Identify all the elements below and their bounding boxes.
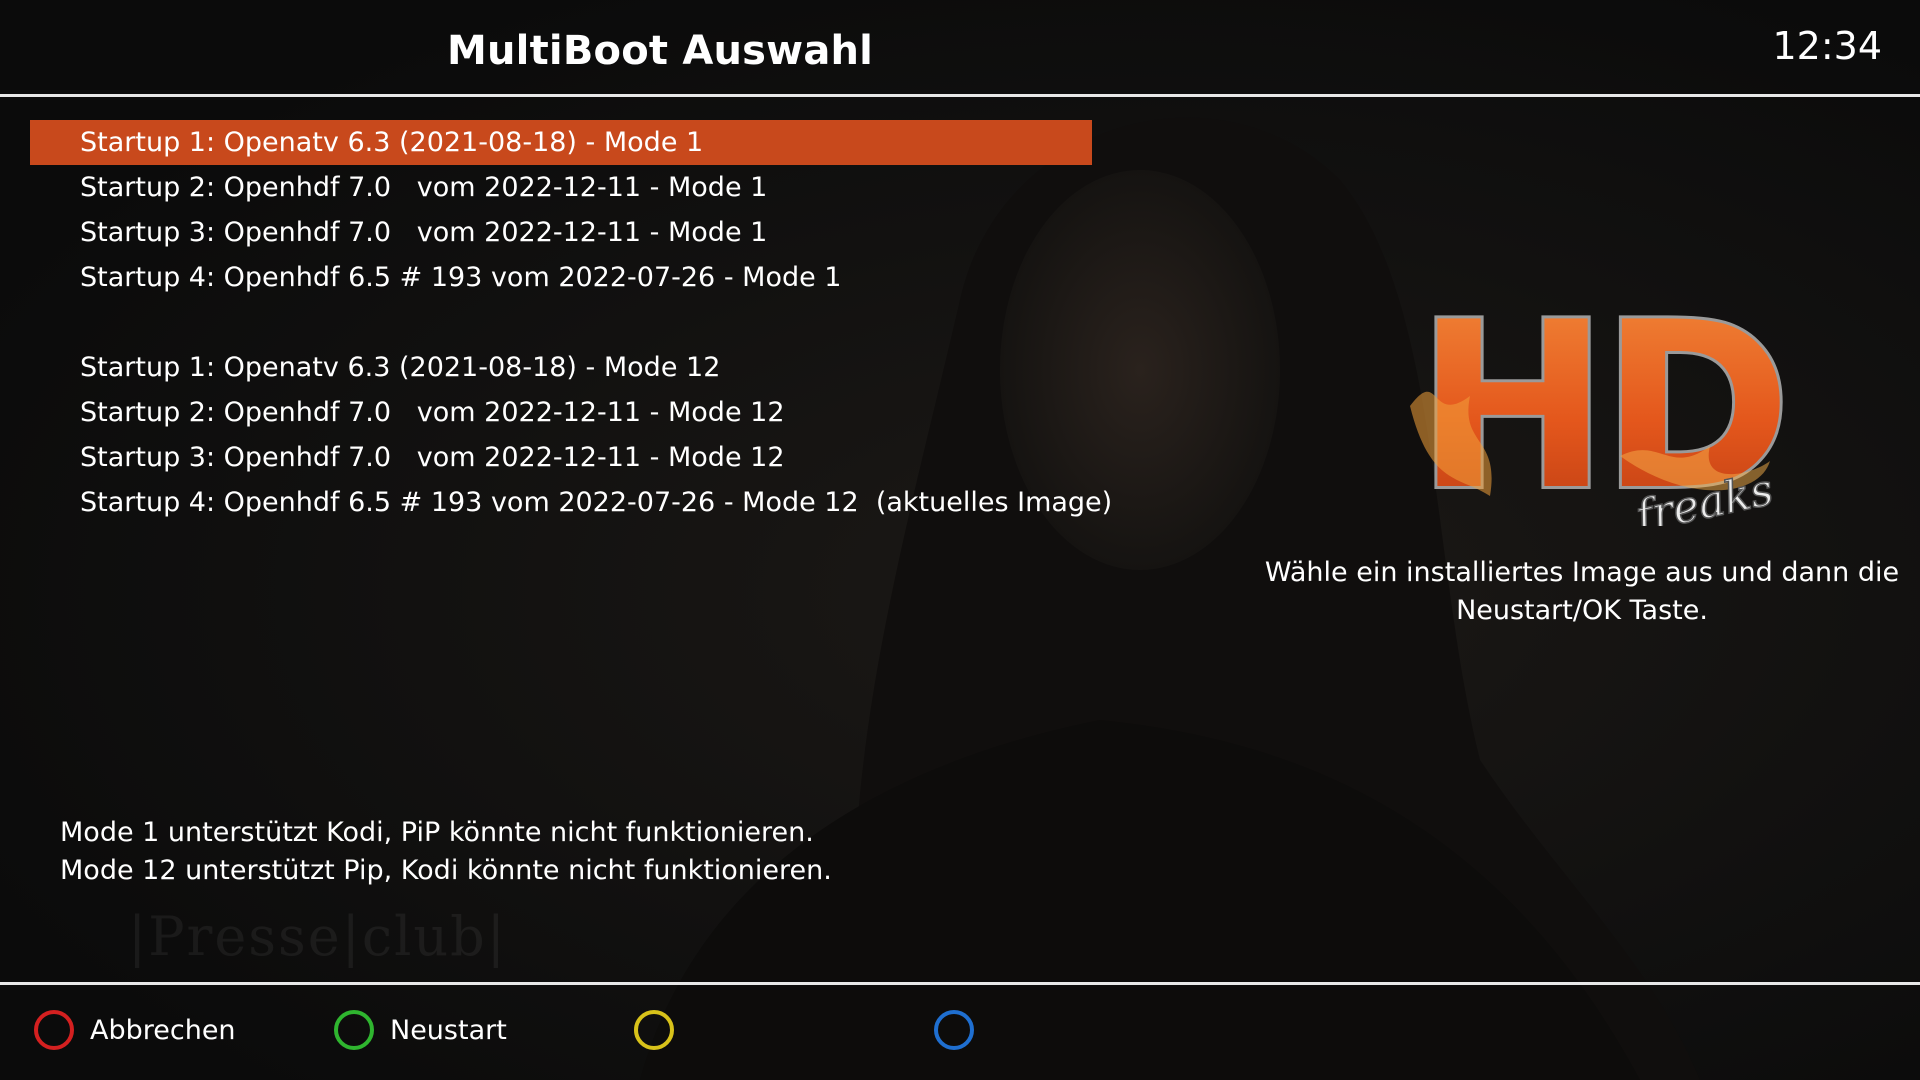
green-button[interactable]: Neustart — [334, 1003, 507, 1057]
yellow-circle-icon — [634, 1010, 674, 1050]
page-title: MultiBoot Auswahl — [447, 28, 874, 74]
instruction-hint: Wähle ein installiertes Image aus und da… — [1264, 557, 1900, 626]
boot-item-startup2-mode1[interactable]: Startup 2: Openhdf 7.0 vom 2022-12-11 - … — [30, 165, 1092, 210]
boot-item-startup4-mode1[interactable]: Startup 4: Openhdf 6.5 # 193 vom 2022-07… — [30, 255, 1092, 300]
blue-circle-icon — [934, 1010, 974, 1050]
yellow-button[interactable] — [634, 1003, 690, 1057]
clock: 12:34 — [1772, 24, 1882, 68]
green-circle-icon — [334, 1010, 374, 1050]
boot-item-startup1-mode12[interactable]: Startup 1: Openatv 6.3 (2021-08-18) - Mo… — [30, 345, 1092, 390]
header-divider — [0, 94, 1920, 97]
green-button-label: Neustart — [390, 1014, 507, 1046]
color-button-bar: Abbrechen Neustart — [0, 1000, 1920, 1060]
background-watermark: |Presse|club| — [128, 905, 507, 968]
red-circle-icon — [34, 1010, 74, 1050]
boot-item-startup2-mode12[interactable]: Startup 2: Openhdf 7.0 vom 2022-12-11 - … — [30, 390, 1092, 435]
footer-divider — [0, 982, 1920, 985]
blue-button[interactable] — [934, 1003, 990, 1057]
red-button[interactable]: Abbrechen — [34, 1003, 236, 1057]
hdfreaks-logo: HD freaks — [1410, 286, 1795, 526]
mode-info-line-1: Mode 1 unterstützt Kodi, PiP könnte nich… — [60, 817, 814, 848]
red-button-label: Abbrechen — [90, 1014, 236, 1046]
boot-image-list[interactable]: Startup 1: Openatv 6.3 (2021-08-18) - Mo… — [30, 120, 1112, 525]
boot-item-startup3-mode12[interactable]: Startup 3: Openhdf 7.0 vom 2022-12-11 - … — [30, 435, 1092, 480]
mode-info: Mode 1 unterstützt Kodi, PiP könnte nich… — [60, 814, 832, 890]
boot-item-startup1-mode1[interactable]: Startup 1: Openatv 6.3 (2021-08-18) - Mo… — [30, 120, 1092, 165]
boot-item-startup3-mode1[interactable]: Startup 3: Openhdf 7.0 vom 2022-12-11 - … — [30, 210, 1092, 255]
mode-info-line-2: Mode 12 unterstützt Pip, Kodi könnte nic… — [60, 855, 832, 886]
multiboot-screen: |Presse|club| MultiBoot Auswahl 12:34 St… — [0, 0, 1920, 1080]
boot-item-startup4-mode12[interactable]: Startup 4: Openhdf 6.5 # 193 vom 2022-07… — [30, 480, 1112, 525]
